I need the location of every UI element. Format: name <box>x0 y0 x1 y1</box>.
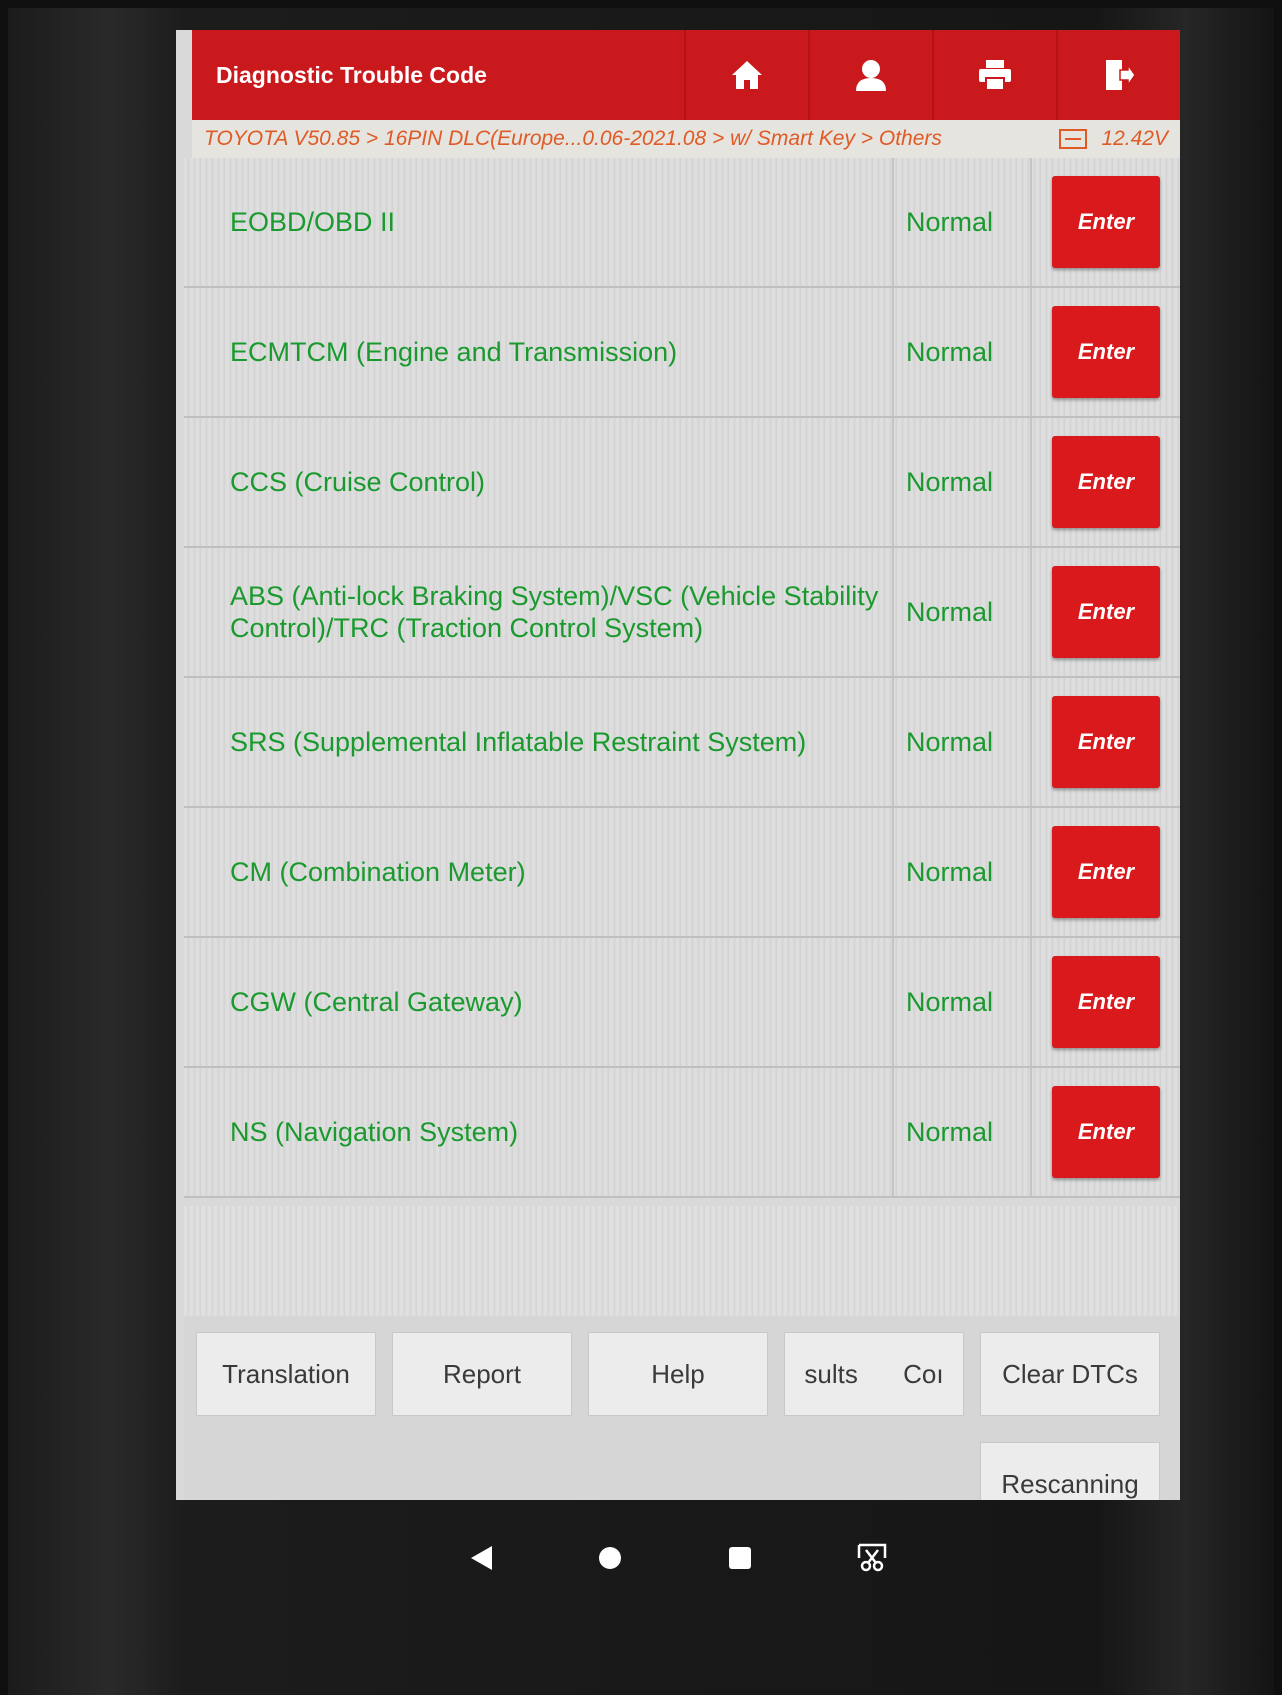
home-circle-icon[interactable] <box>597 1545 623 1571</box>
enter-button[interactable]: Enter <box>1052 176 1160 268</box>
home-icon <box>732 61 762 89</box>
system-status: Normal <box>894 418 1032 546</box>
enter-button[interactable]: Enter <box>1052 1086 1160 1178</box>
system-name: CCS (Cruise Control) <box>184 418 894 546</box>
breadcrumb-path: TOYOTA V50.85 > 16PIN DLC(Europe...0.06-… <box>204 127 942 150</box>
page-title: Diagnostic Trouble Code <box>216 61 487 88</box>
recents-icon[interactable] <box>727 1545 753 1571</box>
bottom-toolbar: Translation Report Help sults Coı Clear … <box>184 1316 1180 1500</box>
list-item: SRS (Supplemental Inflatable Restraint S… <box>184 678 1180 808</box>
system-status: Normal <box>894 678 1032 806</box>
list-item: ABS (Anti-lock Braking System)/VSC (Vehi… <box>184 548 1180 678</box>
system-name: CGW (Central Gateway) <box>184 938 894 1066</box>
system-name: SRS (Supplemental Inflatable Restraint S… <box>184 678 894 806</box>
system-status: Normal <box>894 548 1032 676</box>
system-name: ECMTCM (Engine and Transmission) <box>184 288 894 416</box>
compare-results-button[interactable]: sults Coı <box>784 1332 964 1416</box>
enter-button[interactable]: Enter <box>1052 956 1160 1048</box>
system-name: CM (Combination Meter) <box>184 808 894 936</box>
system-name: EOBD/OBD II <box>184 158 894 286</box>
header-bar: Diagnostic Trouble Code <box>192 30 1180 120</box>
enter-button[interactable]: Enter <box>1052 566 1160 658</box>
system-list: EOBD/OBD II Normal Enter ECMTCM (Engine … <box>184 158 1180 1198</box>
enter-button[interactable]: Enter <box>1052 436 1160 528</box>
list-empty-space <box>184 1206 1180 1316</box>
help-button[interactable]: Help <box>588 1332 768 1416</box>
enter-button[interactable]: Enter <box>1052 826 1160 918</box>
list-item: EOBD/OBD II Normal Enter <box>184 158 1180 288</box>
enter-button[interactable]: Enter <box>1052 306 1160 398</box>
android-nav-bar <box>468 1528 888 1588</box>
tablet-device: Diagnostic Trouble Code TOYOTA V50.85 > … <box>8 8 1274 1695</box>
rescanning-button[interactable]: Rescanning <box>980 1442 1160 1500</box>
user-icon <box>856 60 886 91</box>
list-item: CCS (Cruise Control) Normal Enter <box>184 418 1180 548</box>
list-item: CM (Combination Meter) Normal Enter <box>184 808 1180 938</box>
user-button[interactable] <box>808 30 932 120</box>
app-screen: Diagnostic Trouble Code TOYOTA V50.85 > … <box>176 30 1180 1500</box>
system-status: Normal <box>894 808 1032 936</box>
system-status: Normal <box>894 288 1032 416</box>
enter-button[interactable]: Enter <box>1052 696 1160 788</box>
translation-button[interactable]: Translation <box>196 1332 376 1416</box>
print-button[interactable] <box>932 30 1056 120</box>
breadcrumb: TOYOTA V50.85 > 16PIN DLC(Europe...0.06-… <box>192 120 1180 158</box>
printer-icon <box>979 60 1011 91</box>
exit-button[interactable] <box>1056 30 1180 120</box>
exit-icon <box>1106 60 1136 90</box>
clear-dtcs-button[interactable]: Clear DTCs <box>980 1332 1160 1416</box>
screenshot-icon[interactable] <box>856 1542 888 1574</box>
back-icon[interactable] <box>468 1544 494 1572</box>
system-name: NS (Navigation System) <box>184 1068 894 1196</box>
system-name: ABS (Anti-lock Braking System)/VSC (Vehi… <box>184 548 894 676</box>
battery-icon <box>1059 129 1088 149</box>
home-button[interactable] <box>684 30 808 120</box>
list-item: CGW (Central Gateway) Normal Enter <box>184 938 1180 1068</box>
list-item: NS (Navigation System) Normal Enter <box>184 1068 1180 1198</box>
system-status: Normal <box>894 938 1032 1066</box>
report-button[interactable]: Report <box>392 1332 572 1416</box>
battery-voltage: 12.42V <box>1101 127 1168 150</box>
system-status: Normal <box>894 158 1032 286</box>
list-item: ECMTCM (Engine and Transmission) Normal … <box>184 288 1180 418</box>
system-status: Normal <box>894 1068 1032 1196</box>
